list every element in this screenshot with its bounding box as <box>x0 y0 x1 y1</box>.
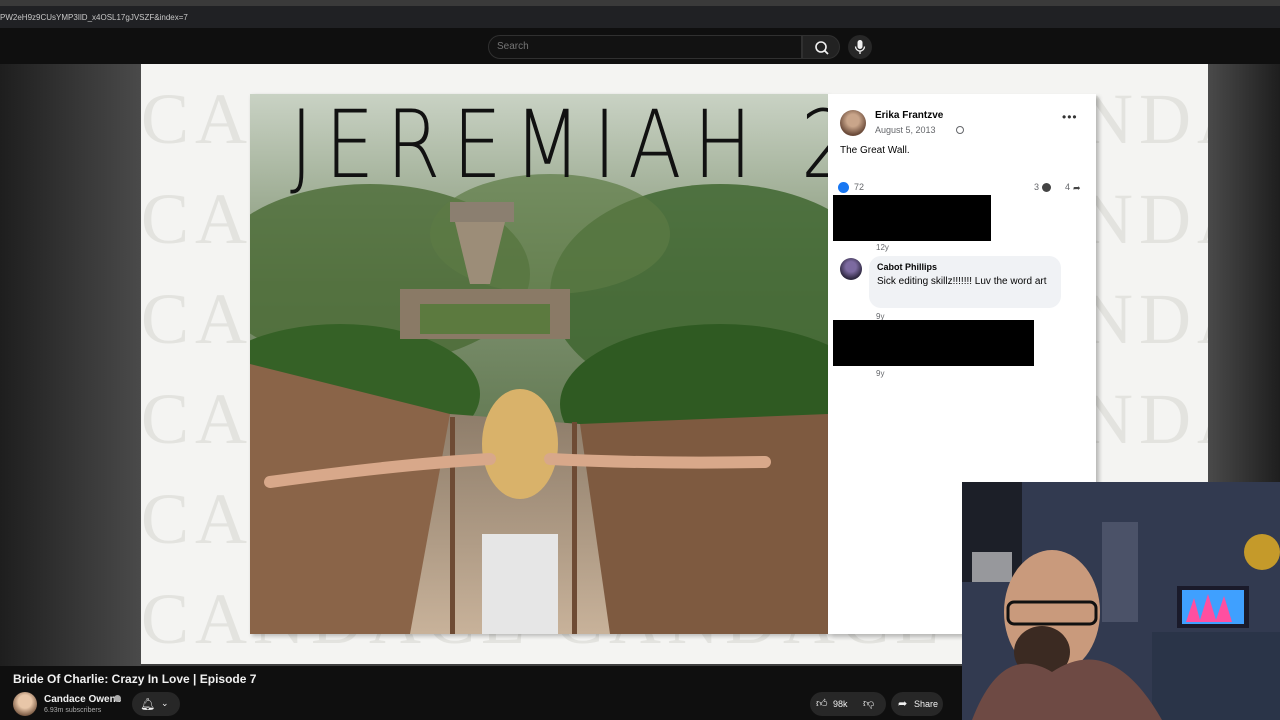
great-wall-photo: JEREMIAH 29:11 <box>250 94 828 634</box>
thumbs-down-icon[interactable]: 👎︎ <box>863 697 874 710</box>
bell-icon: 🔔︎ <box>140 697 156 711</box>
post-text: The Great Wall. <box>840 145 910 156</box>
commenter-name: Cabot Phillips <box>877 262 938 272</box>
subscriber-count: 6.93m subscribers <box>44 707 102 714</box>
more-options-icon: ••• <box>1062 110 1078 124</box>
comment-icon <box>1042 183 1051 192</box>
search-button[interactable] <box>802 35 840 59</box>
like-count: 98k <box>833 699 848 709</box>
redacted-comment <box>833 195 991 241</box>
search-icon <box>815 41 829 55</box>
thumbs-up-icon[interactable]: 👍︎ <box>816 697 828 710</box>
post-comment-count: 3 <box>1034 182 1040 192</box>
post-author-name: Erika Frantzve <box>875 110 944 121</box>
search-input[interactable] <box>497 41 787 52</box>
player-background-left <box>0 64 141 666</box>
url-text[interactable]: PW2eH9z9CUsYMP3IlD_x4OSL17gJVSZF&index=7 <box>0 13 188 22</box>
video-title: Bride Of Charlie: Crazy In Love | Episod… <box>13 672 257 686</box>
post-author-avatar <box>840 110 866 136</box>
share-button-label: Share <box>914 699 939 709</box>
post-date: August 5, 2013 <box>875 125 936 135</box>
channel-name[interactable]: Candace Owens <box>44 694 121 705</box>
like-reaction-icon <box>838 182 849 193</box>
comment-text: Sick editing skillz!!!!!!! Luv the word … <box>877 276 1047 287</box>
verified-badge-icon <box>114 695 121 702</box>
microphone-icon <box>854 40 866 54</box>
redacted-comment <box>833 320 1034 366</box>
chevron-down-icon: ⌄ <box>161 698 169 708</box>
webcam-overlay <box>962 482 1280 720</box>
photo-caption-text: JEREMIAH 29:11 <box>290 94 828 200</box>
comment-time: 12y <box>876 243 889 252</box>
share-arrow-icon: ➦ <box>1073 183 1081 193</box>
voice-search-button[interactable] <box>848 35 872 59</box>
post-share-count: 4 <box>1065 182 1071 192</box>
post-like-count: 72 <box>854 182 865 192</box>
webcam-feed-illustration <box>962 482 1280 720</box>
comment-bubble: Cabot Phillips Sick editing skillz!!!!!!… <box>869 256 1061 308</box>
commenter-avatar <box>840 258 862 280</box>
browser-url-bar[interactable]: PW2eH9z9CUsYMP3IlD_x4OSL17gJVSZF&index=7 <box>0 0 1280 28</box>
channel-avatar[interactable] <box>13 692 37 716</box>
search-box[interactable] <box>488 35 802 59</box>
comment-time: 9y <box>876 369 885 378</box>
globe-icon <box>956 126 964 134</box>
share-icon: ➦ <box>898 698 908 710</box>
